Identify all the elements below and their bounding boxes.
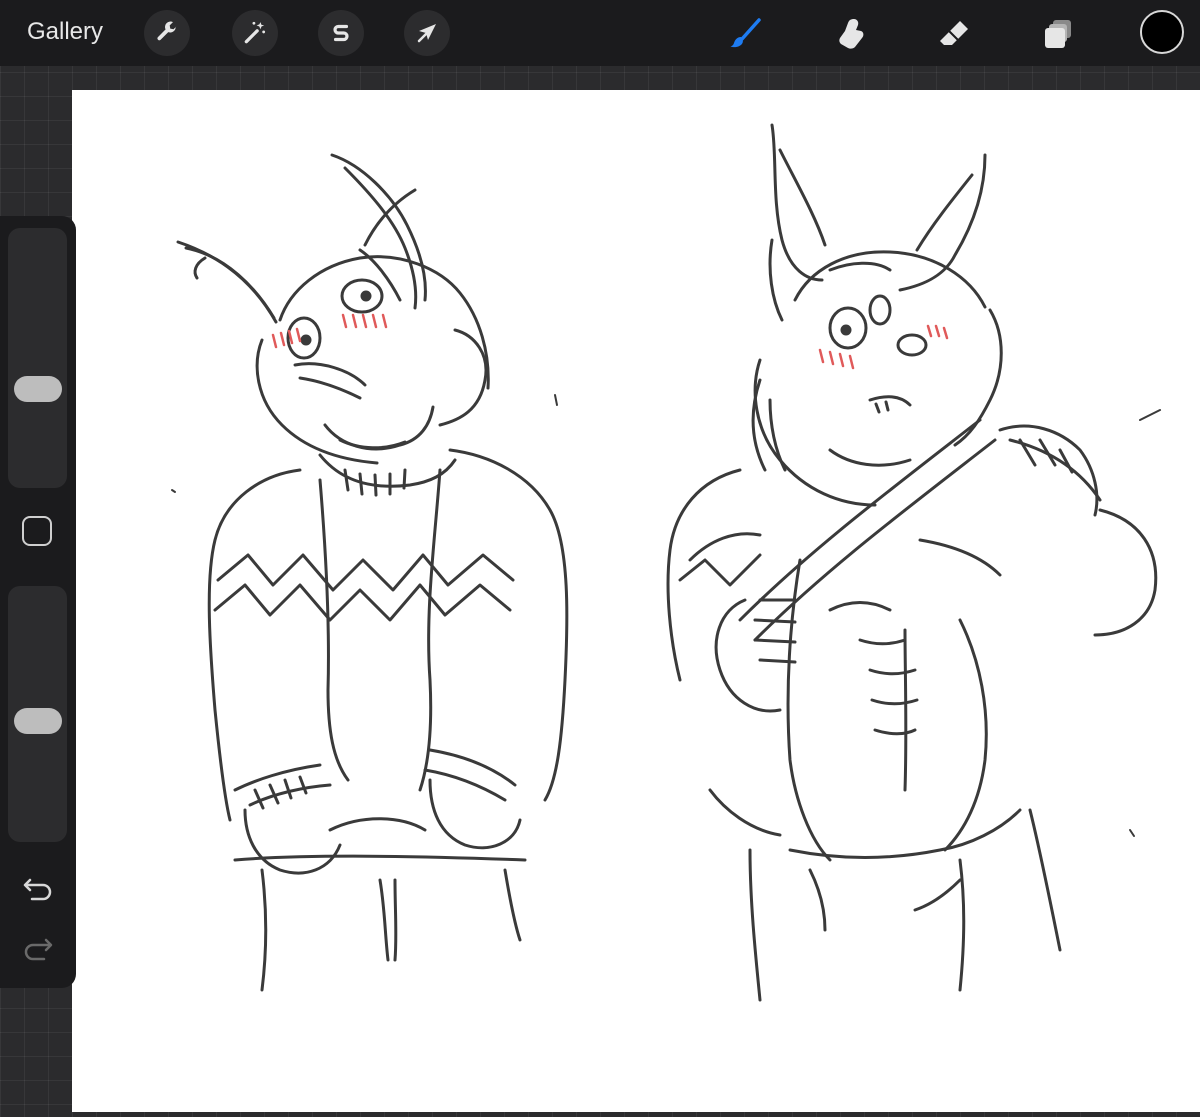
modify-square-icon[interactable] [22,516,52,546]
opacity-slider[interactable] [8,586,67,842]
opacity-thumb[interactable] [14,708,62,734]
brush-icon [730,18,761,48]
sketch-artwork [171,123,1161,1002]
gallery-button[interactable]: Gallery [27,18,103,46]
wrench-icon [157,21,177,41]
smudge-button[interactable] [828,12,872,56]
layers-icon [1045,20,1071,48]
brush-button[interactable] [724,12,768,56]
adjustments-button[interactable] [232,10,278,56]
selection-s-icon [333,24,349,42]
smudge-finger-icon [839,19,864,49]
left-sidebar [0,216,76,988]
magic-wand-icon [244,21,266,44]
transform-button[interactable] [404,10,450,56]
selection-button[interactable] [318,10,364,56]
arrow-cursor-icon [417,24,436,43]
actions-button[interactable] [144,10,190,56]
eraser-icon [940,21,968,45]
layers-button[interactable] [1036,12,1080,56]
eraser-button[interactable] [932,12,976,56]
top-toolbar: Gallery [0,0,1200,66]
drawing-canvas[interactable] [72,90,1200,1112]
color-picker-button[interactable] [1140,10,1184,54]
undo-icon[interactable] [22,872,54,904]
brush-size-slider[interactable] [8,228,67,488]
redo-icon[interactable] [22,932,54,964]
brush-size-thumb[interactable] [14,376,62,402]
